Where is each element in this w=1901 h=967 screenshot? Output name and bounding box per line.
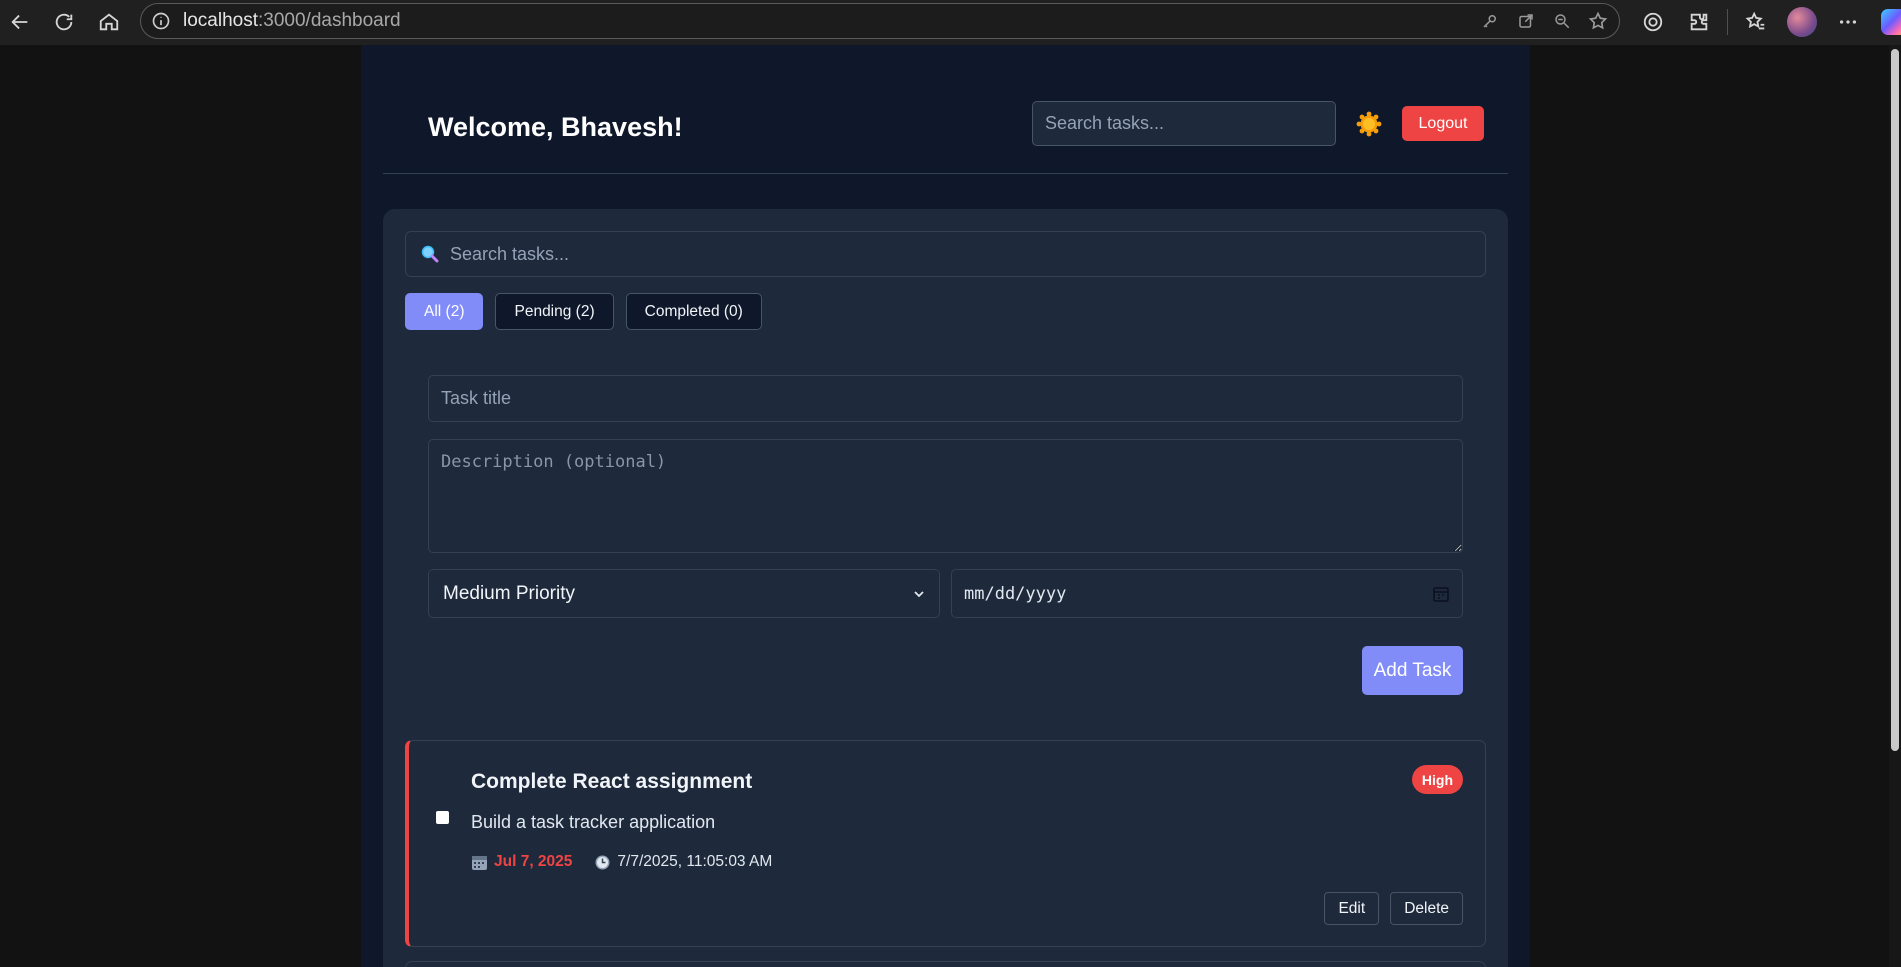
priority-select[interactable]: Medium Priority xyxy=(428,569,940,618)
copilot-icon[interactable] xyxy=(1876,4,1901,40)
more-menu-icon[interactable] xyxy=(1830,4,1866,40)
dashboard-header: Welcome, Bhavesh! Logout xyxy=(383,45,1508,174)
tasks-panel: All (2) Pending (2) Completed (0) Medium… xyxy=(383,209,1508,967)
task-due-date: Jul 7, 2025 xyxy=(494,853,573,870)
task-description: Build a task tracker application xyxy=(471,812,716,832)
profile-avatar[interactable] xyxy=(1784,4,1820,40)
dashboard-app: Welcome, Bhavesh! Logout xyxy=(361,45,1530,967)
browser-toolbar: localhost:3000/dashboard xyxy=(0,0,1901,45)
favorites-icon[interactable] xyxy=(1738,4,1774,40)
filter-pending-button[interactable]: Pending (2) xyxy=(495,293,614,330)
extensions-icon[interactable] xyxy=(1681,4,1717,40)
site-info-icon[interactable] xyxy=(151,11,171,31)
task-search-box[interactable] xyxy=(405,231,1486,277)
delete-task-button[interactable]: Delete xyxy=(1390,892,1463,925)
search-icon xyxy=(421,245,439,263)
task-meta: Jul 7, 2025 7/7/2025, 11:05:03 AM xyxy=(471,853,772,871)
due-date-input[interactable]: mm/dd/yyyy xyxy=(951,569,1463,618)
welcome-heading: Welcome, Bhavesh! xyxy=(428,112,683,142)
calendar-icon xyxy=(472,855,487,870)
task-created-at: 7/7/2025, 11:05:03 AM xyxy=(617,853,773,870)
filter-completed-button[interactable]: Completed (0) xyxy=(625,293,762,330)
reload-icon[interactable] xyxy=(46,4,82,40)
priority-select-value: Medium Priority xyxy=(443,582,575,604)
clock-icon xyxy=(595,855,610,869)
toolbar-divider xyxy=(1727,9,1728,35)
header-search-input[interactable] xyxy=(1032,101,1336,146)
priority-badge: High xyxy=(1411,765,1463,794)
add-task-button[interactable]: Add Task xyxy=(1362,646,1463,695)
zoom-icon[interactable] xyxy=(1551,10,1573,32)
key-icon[interactable] xyxy=(1479,10,1501,32)
url-text[interactable]: localhost:3000/dashboard xyxy=(183,10,401,32)
address-bar[interactable]: localhost:3000/dashboard xyxy=(140,3,1620,39)
filter-tabs: All (2) Pending (2) Completed (0) xyxy=(405,293,762,330)
task-description-textarea[interactable] xyxy=(428,439,1463,553)
favorite-star-icon[interactable] xyxy=(1587,10,1609,32)
task-card xyxy=(405,961,1486,967)
calendar-icon[interactable] xyxy=(1432,585,1450,603)
task-actions: Edit Delete xyxy=(1324,892,1463,925)
filter-all-button[interactable]: All (2) xyxy=(405,293,484,330)
edit-task-button[interactable]: Edit xyxy=(1324,892,1380,925)
chevron-down-icon xyxy=(914,590,924,597)
logout-button[interactable]: Logout xyxy=(1402,106,1484,141)
tracking-icon[interactable] xyxy=(1635,4,1671,40)
task-search-input[interactable] xyxy=(448,242,1485,266)
task-complete-checkbox[interactable] xyxy=(436,811,449,824)
task-title-input[interactable] xyxy=(428,375,1463,422)
page-scrollbar[interactable] xyxy=(1889,45,1901,967)
scrollbar-thumb[interactable] xyxy=(1891,49,1899,751)
task-title: Complete React assignment xyxy=(471,770,753,793)
date-placeholder: mm/dd/yyyy xyxy=(964,583,1067,604)
open-external-icon[interactable] xyxy=(1515,10,1537,32)
task-card: Complete React assignment High Build a t… xyxy=(405,740,1486,947)
page-viewport: Welcome, Bhavesh! Logout xyxy=(0,45,1901,967)
sun-icon[interactable] xyxy=(1356,111,1382,137)
home-icon[interactable] xyxy=(91,4,127,40)
back-icon[interactable] xyxy=(2,4,38,40)
